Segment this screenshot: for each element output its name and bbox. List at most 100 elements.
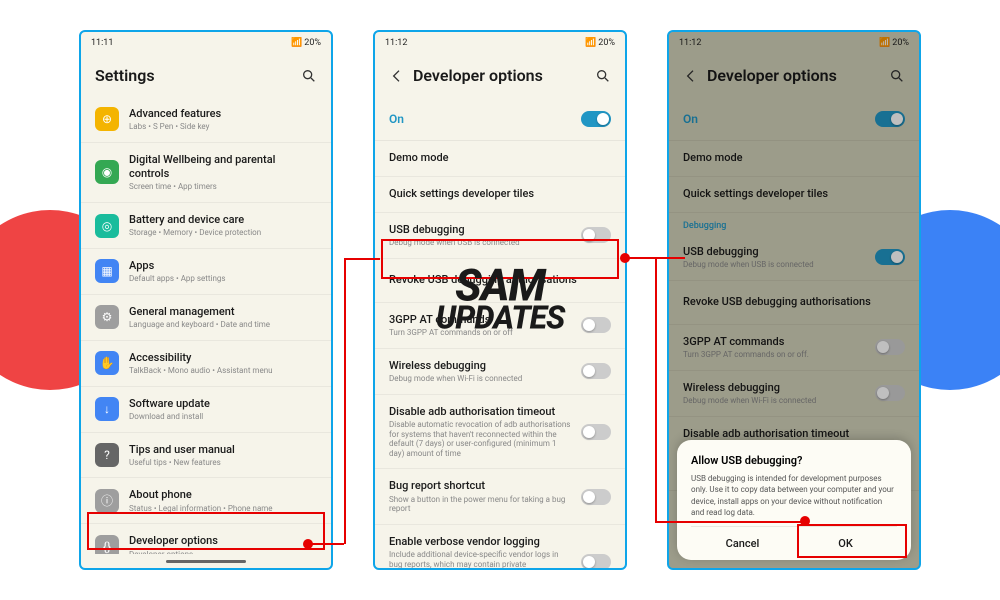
- dev-row[interactable]: Demo mode: [375, 141, 625, 177]
- row-toggle[interactable]: [581, 363, 611, 379]
- connector-dot: [303, 539, 313, 549]
- dev-row[interactable]: Bug report shortcut Show a button in the …: [375, 469, 625, 524]
- settings-item-tips[interactable]: ? Tips and user manualUseful tips • New f…: [81, 433, 331, 479]
- row-title: Advanced features: [129, 107, 317, 121]
- row-title: Tips and user manual: [129, 443, 317, 457]
- settings-item-icon: ↓: [95, 397, 119, 421]
- row-sub: Debug mode when USB is connected: [389, 238, 571, 248]
- row-sub: Status • Legal information • Phone name: [129, 504, 317, 514]
- dev-row[interactable]: Revoke USB debugging authorisations: [375, 259, 625, 303]
- row-title: Apps: [129, 259, 317, 273]
- phone-settings: 11:11 📶 20% Settings ⊕Advanced featuresL…: [79, 30, 333, 570]
- row-toggle[interactable]: [581, 317, 611, 333]
- settings-item-icon: ⊕: [95, 107, 119, 131]
- on-label: On: [389, 112, 404, 126]
- settings-item-icon: ✋: [95, 351, 119, 375]
- dev-row[interactable]: Enable verbose vendor loggingInclude add…: [375, 525, 625, 568]
- row-sub: TalkBack • Mono audio • Assistant menu: [129, 366, 317, 376]
- row-sub: Default apps • App settings: [129, 274, 317, 284]
- settings-item-developer[interactable]: {}Developer optionsDeveloper options: [81, 524, 331, 554]
- search-icon[interactable]: [595, 68, 611, 84]
- row-title: 3GPP AT commands: [389, 313, 571, 327]
- row-sub: Download and install: [129, 412, 317, 422]
- phone-usb-dialog: 11:12 📶 20% Developer options On Demo mo…: [667, 30, 921, 570]
- row-title: Developer options: [129, 534, 317, 548]
- wifi-icon: 📶: [291, 38, 302, 48]
- connector-dot: [620, 253, 630, 263]
- settings-item-icon: ⓘ: [95, 489, 119, 513]
- row-sub: Labs • S Pen • Side key: [129, 122, 317, 132]
- row-sub: Language and keyboard • Date and time: [129, 320, 317, 330]
- settings-item-icon: ◉: [95, 160, 119, 184]
- phones-container: 11:11 📶 20% Settings ⊕Advanced featuresL…: [0, 0, 1000, 600]
- status-time: 11:11: [91, 38, 113, 48]
- dialog-buttons: Cancel OK: [691, 526, 897, 560]
- ok-button[interactable]: OK: [794, 527, 897, 560]
- row-title: Digital Wellbeing and parental controls: [129, 153, 317, 182]
- row-title: Disable adb authorisation timeout: [389, 405, 571, 419]
- settings-item-icon: ?: [95, 443, 119, 467]
- status-bar: 11:12 📶 20%: [375, 32, 625, 54]
- usb-debugging-row[interactable]: USB debugging Debug mode when USB is con…: [375, 213, 625, 259]
- row-title: Wireless debugging: [389, 359, 571, 373]
- row-title: USB debugging: [389, 223, 571, 237]
- row-sub: Debug mode when Wi-Fi is connected: [389, 374, 571, 384]
- cancel-button[interactable]: Cancel: [691, 527, 794, 560]
- row-sub: Show a button in the power menu for taki…: [389, 495, 571, 514]
- master-toggle-row[interactable]: On: [375, 97, 625, 141]
- row-title: Accessibility: [129, 351, 317, 365]
- row-sub: Screen time • App timers: [129, 182, 317, 192]
- battery-text: 20%: [304, 38, 321, 48]
- settings-list[interactable]: ⊕ Advanced featuresLabs • S Pen • Side ke…: [81, 97, 331, 554]
- row-title: General management: [129, 305, 317, 319]
- row-toggle[interactable]: [581, 554, 611, 568]
- row-sub: Disable automatic revocation of adb auth…: [389, 420, 571, 458]
- page-title: Settings: [95, 66, 293, 85]
- settings-item-software[interactable]: ↓ Software updateDownload and install: [81, 387, 331, 433]
- status-icons: 📶 20%: [291, 38, 321, 48]
- master-toggle[interactable]: [581, 111, 611, 127]
- row-toggle[interactable]: [581, 424, 611, 440]
- settings-item-icon: ◎: [95, 214, 119, 238]
- page-title: Developer options: [413, 66, 587, 85]
- connector-dot: [800, 516, 810, 526]
- dev-row[interactable]: Disable adb authorisation timeoutDisable…: [375, 395, 625, 470]
- nav-bar: [81, 554, 331, 568]
- settings-item-apps[interactable]: ▦ AppsDefault apps • App settings: [81, 249, 331, 295]
- dialog-title: Allow USB debugging?: [691, 454, 897, 467]
- back-icon[interactable]: [389, 68, 405, 84]
- search-icon[interactable]: [301, 68, 317, 84]
- usb-debug-dialog: Allow USB debugging? USB debugging is in…: [677, 440, 911, 560]
- row-sub: Useful tips • New features: [129, 458, 317, 468]
- settings-item-icon: ▦: [95, 259, 119, 283]
- row-title: Software update: [129, 397, 317, 411]
- row-sub: Turn 3GPP AT commands on or off: [389, 328, 571, 338]
- battery-text: 20%: [598, 38, 615, 48]
- dev-options-list[interactable]: On Demo mode Quick settings developer til…: [375, 97, 625, 568]
- row-title: Demo mode: [389, 151, 611, 165]
- status-bar: 11:11 📶 20%: [81, 32, 331, 54]
- wifi-icon: 📶: [585, 38, 596, 48]
- settings-item-accessibility[interactable]: ✋ AccessibilityTalkBack • Mono audio • As…: [81, 341, 331, 387]
- row-title: Revoke USB debugging authorisations: [389, 273, 611, 287]
- dev-row[interactable]: 3GPP AT commandsTurn 3GPP AT commands on…: [375, 303, 625, 349]
- settings-item-about[interactable]: ⓘAbout phoneStatus • Legal information •…: [81, 478, 331, 524]
- row-sub: Include additional device-specific vendo…: [389, 550, 571, 568]
- row-title: Enable verbose vendor logging: [389, 535, 571, 549]
- status-time: 11:12: [385, 38, 407, 48]
- settings-item-icon: {}: [95, 535, 119, 554]
- row-title: Bug report shortcut: [389, 479, 571, 493]
- settings-item-general[interactable]: ⚙ General managementLanguage and keyboard…: [81, 295, 331, 341]
- dev-row[interactable]: Wireless debuggingDebug mode when Wi-Fi …: [375, 349, 625, 395]
- settings-item-digital[interactable]: ◉ Digital Wellbeing and parental controls…: [81, 143, 331, 203]
- dev-row[interactable]: Quick settings developer tiles: [375, 177, 625, 213]
- settings-item-battery[interactable]: ◎Battery and device careStorage • Memory…: [81, 203, 331, 249]
- header: Settings: [81, 54, 331, 97]
- phone-developer-options: 11:12 📶 20% Developer options On Demo mo…: [373, 30, 627, 570]
- row-toggle[interactable]: [581, 489, 611, 505]
- settings-item-icon: ⚙: [95, 305, 119, 329]
- settings-item-advanced[interactable]: ⊕ Advanced featuresLabs • S Pen • Side ke…: [81, 97, 331, 143]
- usb-debugging-toggle[interactable]: [581, 227, 611, 243]
- nav-handle[interactable]: [166, 560, 246, 563]
- dialog-body: USB debugging is intended for developmen…: [691, 473, 897, 518]
